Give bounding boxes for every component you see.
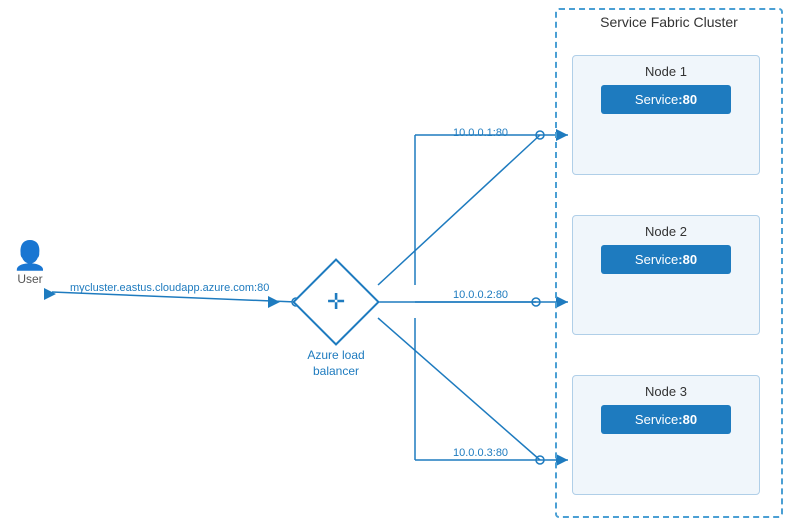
node-3-service-port: :80 bbox=[678, 412, 697, 427]
node-1-service: Service :80 bbox=[601, 85, 731, 114]
node-3-box: Node 3 Service :80 bbox=[572, 375, 760, 495]
user-actor: 👤 User bbox=[10, 242, 50, 286]
node-1-service-label: Service bbox=[635, 92, 678, 107]
node-2-service: Service :80 bbox=[601, 245, 731, 274]
node-3-service-label: Service bbox=[635, 412, 678, 427]
load-balancer-icon: ✛ bbox=[296, 262, 376, 342]
node-1-box: Node 1 Service :80 bbox=[572, 55, 760, 175]
node-2-service-label: Service bbox=[635, 252, 678, 267]
ip-label-2: 10.0.0.2:80 bbox=[453, 289, 508, 301]
node-2-title: Node 2 bbox=[573, 216, 759, 245]
cluster-label: Service Fabric Cluster bbox=[555, 8, 783, 30]
node-1-service-port: :80 bbox=[678, 92, 697, 107]
url-label: mycluster.eastus.cloudapp.azure.com:80 bbox=[70, 282, 269, 294]
node-3-title: Node 3 bbox=[573, 376, 759, 405]
ip-label-1: 10.0.0.1:80 bbox=[453, 127, 508, 139]
node-1-title: Node 1 bbox=[573, 56, 759, 85]
lb-cross-icon: ✛ bbox=[327, 291, 345, 313]
node-3-service: Service :80 bbox=[601, 405, 731, 434]
lb-label: Azure loadbalancer bbox=[290, 348, 382, 379]
node-2-service-port: :80 bbox=[678, 252, 697, 267]
diagram: 👤 User mycluster.eastus.cloudapp.azure.c… bbox=[0, 0, 799, 529]
user-label: User bbox=[10, 272, 50, 286]
user-icon: 👤 bbox=[10, 242, 50, 270]
lb-diamond-shape: ✛ bbox=[292, 258, 380, 346]
node-2-box: Node 2 Service :80 bbox=[572, 215, 760, 335]
ip-label-3: 10.0.0.3:80 bbox=[453, 447, 508, 459]
